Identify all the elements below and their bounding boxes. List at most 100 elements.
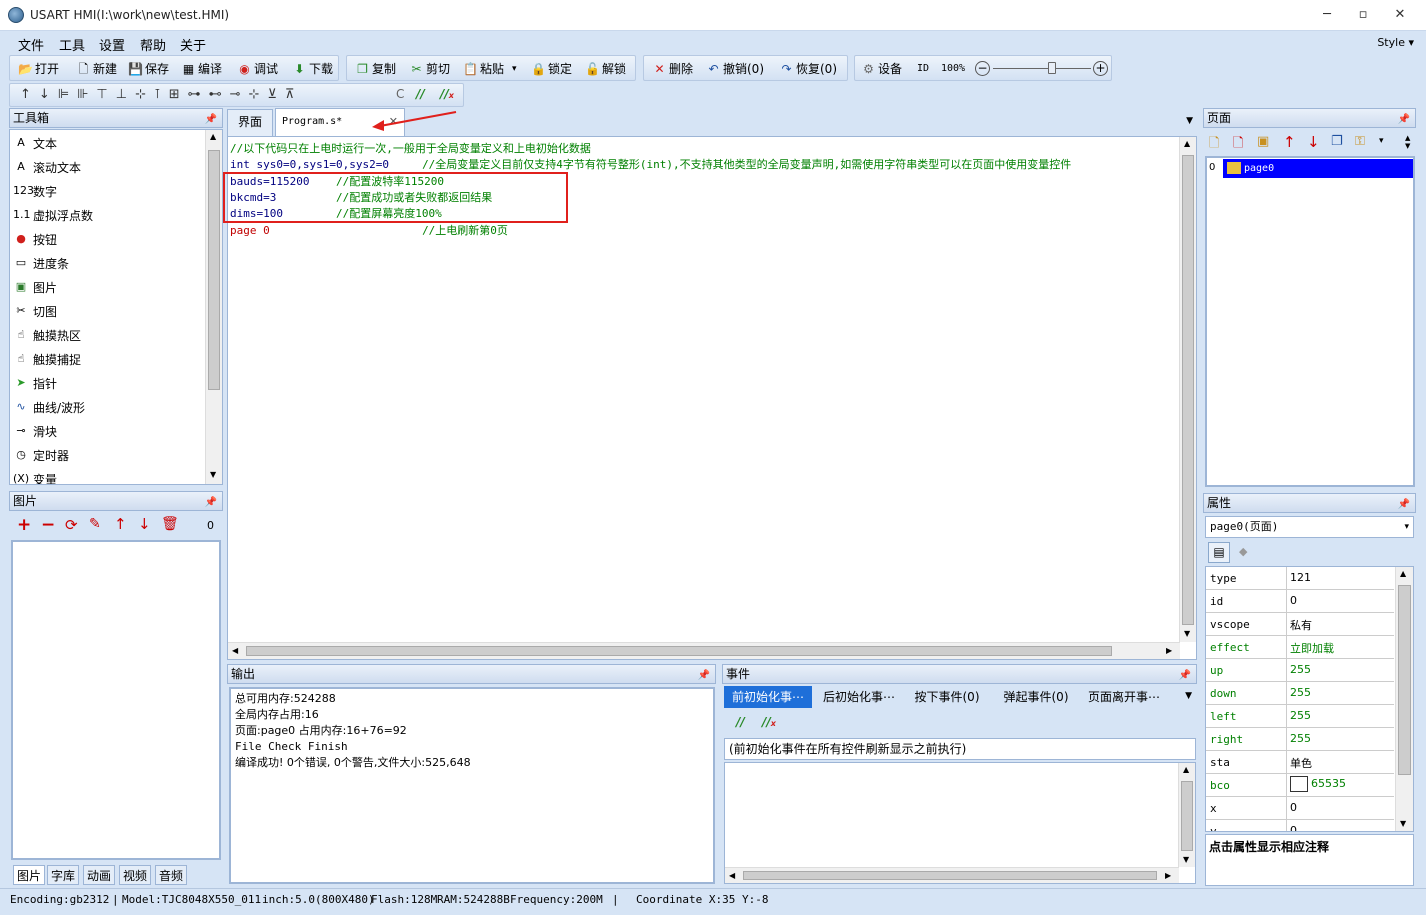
editor-hscroll-thumb[interactable] (246, 646, 1112, 656)
color-swatch[interactable] (1290, 776, 1308, 792)
code-line[interactable]: int sys0=0,sys1=0,sys2=0 //全局变量定义目前仅支持4字… (230, 157, 1071, 173)
event-code-editor[interactable]: ▲ ▼ ◀ ▶ (724, 762, 1196, 884)
scroll-right-icon[interactable]: ▶ (1165, 871, 1171, 880)
resource-tab[interactable]: 音频 (155, 865, 188, 885)
editor-vscroll-thumb[interactable] (1182, 155, 1194, 625)
property-row[interactable]: effect 立即加载 (1206, 636, 1394, 659)
event-hscroll-thumb[interactable] (743, 871, 1157, 880)
download-button[interactable]: ⬇ 下载 (292, 60, 333, 78)
scroll-up-icon[interactable]: ▲ (1184, 139, 1190, 148)
properties-scroll-thumb[interactable] (1398, 585, 1411, 775)
event-tabs-dropdown-icon[interactable]: ▼ (1185, 691, 1192, 701)
event-tab[interactable]: 页面离开事⋯ (1082, 686, 1166, 708)
save-button[interactable]: 💾 保存 (128, 60, 169, 78)
pages-more-dropdown-icon[interactable]: ▾ (1379, 136, 1384, 146)
zoom-out-button[interactable]: − (975, 61, 990, 76)
zoom-slider-thumb[interactable] (1047, 62, 1056, 74)
property-row[interactable]: id 0 (1206, 590, 1394, 613)
toolbox-item[interactable]: ✂ 切图 (13, 299, 57, 323)
replace-picture-icon[interactable]: ⟳ (65, 516, 78, 534)
move-down-icon[interactable]: ↓ (138, 515, 151, 533)
delete-button[interactable]: ✕ 删除 (652, 60, 693, 78)
editor-vscroll[interactable]: ▲ ▼ (1179, 137, 1196, 642)
resource-tab[interactable]: 动画 (83, 865, 116, 885)
alphabetical-view-icon[interactable]: ◆ (1239, 545, 1247, 558)
toolbox-item[interactable]: ➤ 指针 (13, 371, 57, 395)
device-button[interactable]: ⚙ 设备 (861, 60, 902, 78)
output-log[interactable]: 总可用内存:524288 全局内存占用:16 页面:page0 占用内存:16+76… (229, 687, 715, 884)
menu-tools[interactable]: 工具 (59, 35, 85, 54)
delete-page-icon[interactable]: 🗋 (1233, 134, 1243, 156)
page-up-icon[interactable]: ↑ (1283, 133, 1296, 151)
property-value[interactable]: 255 (1290, 686, 1311, 699)
align-icons[interactable]: ↑↓⊫⊪⊤⊥⊹⊺⊞⊶⊷⊸⊹⊻⊼ (20, 87, 302, 102)
event-tab[interactable]: 按下事件(0) (904, 686, 990, 708)
pin-icon[interactable]: 📌 (1398, 111, 1410, 129)
import-page-icon[interactable]: ⚿ (1355, 134, 1365, 149)
pin-icon[interactable]: 📌 (1398, 496, 1410, 514)
close-window-button[interactable]: ✕ (1385, 4, 1415, 26)
copy-button[interactable]: ❐ 复制 (355, 60, 396, 78)
menu-help[interactable]: 帮助 (140, 35, 166, 54)
event-tab[interactable]: 前初始化事⋯ (724, 686, 812, 708)
insert-page-icon[interactable]: ▣ (1257, 134, 1269, 149)
property-value[interactable]: 0 (1290, 594, 1297, 607)
scroll-left-icon[interactable]: ◀ (729, 871, 735, 880)
paste-button[interactable]: 📋 粘贴 ▾ (463, 60, 517, 78)
scroll-down-icon[interactable]: ▼ (210, 470, 216, 479)
property-row[interactable]: bco 65535 (1206, 774, 1394, 797)
object-selector[interactable]: page0(页面) ▾ (1205, 516, 1414, 538)
pages-toolbar-scroll-icon[interactable]: ▲ ▼ (1405, 134, 1410, 150)
event-hscroll[interactable]: ◀ ▶ (725, 867, 1179, 883)
style-menu[interactable]: Style ▾ (1377, 36, 1414, 49)
toolbox-scrollbar[interactable]: ▲ ▼ (205, 130, 222, 484)
copy-page-icon[interactable]: ❐ (1331, 134, 1343, 149)
uncomment-icon[interactable]: //x (762, 715, 776, 729)
tab-ui[interactable]: 界面 (227, 109, 273, 136)
event-vscroll[interactable]: ▲ ▼ (1178, 763, 1195, 867)
pictures-list[interactable] (11, 540, 221, 860)
add-page-icon[interactable]: 🗋 (1209, 134, 1219, 156)
lock-button[interactable]: 🔒 锁定 (531, 60, 572, 78)
toolbox-item[interactable]: ◷ 定时器 (13, 443, 69, 467)
pin-icon[interactable]: 📌 (205, 494, 217, 512)
cut-button[interactable]: ✂ 剪切 (409, 60, 450, 78)
compile-button[interactable]: ▦ 编译 (181, 60, 222, 78)
minimize-button[interactable]: ─ (1312, 4, 1342, 26)
property-value[interactable]: 65535 (1290, 776, 1346, 792)
property-value[interactable]: 255 (1290, 663, 1311, 676)
toolbox-item[interactable]: ▭ 进度条 (13, 251, 69, 275)
toolbox-item[interactable]: A 文本 (13, 131, 57, 155)
zoom-in-button[interactable]: + (1093, 61, 1108, 76)
property-value[interactable]: 单色 (1290, 755, 1312, 771)
property-value[interactable]: 私有 (1290, 617, 1312, 633)
toolbox-item[interactable]: ⊸ 滑块 (13, 419, 57, 443)
property-value[interactable]: 立即加载 (1290, 640, 1334, 656)
toolbox-scroll-thumb[interactable] (208, 150, 220, 390)
code-line[interactable]: page 0 //上电刷新第0页 (230, 223, 508, 239)
remove-picture-icon[interactable]: − (41, 515, 55, 535)
event-tab[interactable]: 后初始化事⋯ (816, 686, 902, 708)
toolbox-item[interactable]: ▣ 图片 (13, 275, 57, 299)
comment-c-icon[interactable]: C (396, 87, 404, 101)
toolbox-item[interactable]: ∿ 曲线/波形 (13, 395, 85, 419)
trash-icon[interactable]: 🗑 (161, 516, 179, 532)
property-row[interactable]: up 255 (1206, 659, 1394, 682)
zoom-slider-track[interactable] (993, 68, 1091, 69)
property-row[interactable]: type 121 (1206, 567, 1394, 590)
maximize-button[interactable]: ▫ (1348, 4, 1378, 26)
property-row[interactable]: down 255 (1206, 682, 1394, 705)
comment-icon[interactable]: // (416, 87, 425, 101)
toolbox-item[interactable]: 123 数字 (13, 179, 57, 203)
pin-icon[interactable]: 📌 (205, 111, 217, 129)
tab-list-dropdown-icon[interactable]: ▼ (1186, 116, 1193, 126)
id-toggle[interactable]: ID (917, 60, 929, 78)
code-line[interactable]: //以下代码只在上电时运行一次,一般用于全局变量定义和上电初始化数据 (230, 141, 591, 157)
scroll-down-icon[interactable]: ▼ (1400, 819, 1406, 828)
scroll-down-icon[interactable]: ▼ (1183, 855, 1189, 864)
comment-icon[interactable]: // (736, 715, 745, 729)
menu-file[interactable]: 文件 (18, 35, 44, 54)
toolbox-item[interactable]: 1.1 虚拟浮点数 (13, 203, 93, 227)
scroll-up-icon[interactable]: ▲ (210, 132, 216, 141)
redo-button[interactable]: ↷ 恢复(0) (779, 60, 837, 78)
